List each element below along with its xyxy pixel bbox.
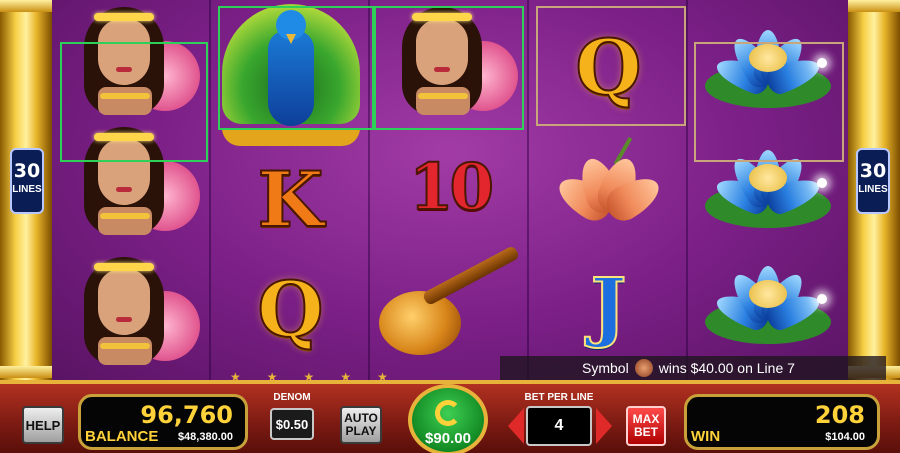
win-credits: 208 — [814, 401, 865, 429]
denom-label: DENOM — [273, 392, 311, 403]
symbol-lady — [52, 120, 211, 240]
symbol-k-glyph: K — [256, 155, 324, 244]
help-button[interactable]: HELP — [22, 406, 64, 444]
symbol-blue-lotus — [688, 240, 847, 360]
lines-indicator-right: 30 LINES — [856, 148, 890, 214]
game-frame: 30 LINES 30 LINES K Q 10 Q J Symbol wins… — [0, 0, 900, 453]
reel-1 — [52, 0, 211, 380]
balance-label: BALANCE — [85, 428, 159, 445]
decorative-stars: ★ ★ ★ ★ ★ — [230, 370, 480, 384]
pillar-cap — [844, 0, 900, 12]
symbol-lady — [52, 240, 211, 380]
spin-button[interactable]: $90.00 — [408, 384, 488, 453]
win-message-text: wins $40.00 on Line 7 — [658, 360, 795, 376]
pillar-base — [0, 366, 56, 378]
balance-meter: 96,760 BALANCE $48,380.00 — [78, 394, 248, 450]
symbol-q-glyph: Q — [256, 265, 324, 354]
bet-per-line-label: BET PER LINE — [524, 392, 594, 403]
symbol-j-glyph: J — [590, 261, 628, 350]
star-icon: ★ — [340, 370, 352, 384]
spin-arrow-icon — [435, 399, 461, 426]
bet-decrease-arrow-icon[interactable] — [508, 408, 524, 444]
symbol-j: J — [529, 246, 688, 366]
symbol-lady — [52, 0, 211, 120]
symbol-sitar — [370, 246, 529, 366]
reel-5 — [688, 0, 848, 380]
symbol-ten: 10 — [370, 128, 529, 248]
bet-per-line-value: 4 — [526, 406, 592, 446]
balance-credits: 96,760 — [140, 401, 233, 429]
symbol-lady — [370, 0, 529, 120]
star-icon: ★ — [377, 370, 388, 384]
spin-total-bet: $90.00 — [425, 429, 471, 447]
star-icon: ★ — [266, 370, 278, 384]
symbol-blue-lotus — [688, 124, 847, 244]
max-bet-button[interactable]: MAX BET — [626, 406, 666, 446]
win-message-bar: Symbol wins $40.00 on Line 7 — [500, 356, 886, 380]
auto-play-button[interactable]: AUTO PLAY — [340, 406, 382, 444]
lines-indicator-left: 30 LINES — [10, 148, 44, 214]
symbol-q: Q — [211, 250, 370, 370]
lady-symbol-icon — [634, 359, 653, 377]
pillar-cap — [0, 0, 56, 12]
star-icon: ★ — [303, 370, 315, 384]
control-panel: ★ ★ ★ ★ ★ HELP 96,760 BALANCE $48,380.00… — [0, 370, 900, 453]
win-meter: 208 WIN $104.00 — [684, 394, 880, 450]
win-label: WIN — [691, 428, 721, 445]
win-message-prefix: Symbol — [582, 360, 629, 376]
lines-number: 30 — [13, 160, 41, 182]
reel-4: Q J — [529, 0, 688, 380]
bet-increase-arrow-icon[interactable] — [596, 408, 612, 444]
symbol-lily — [529, 126, 688, 246]
lines-label: LINES — [858, 184, 888, 195]
symbol-q-glyph: Q — [574, 23, 642, 112]
symbol-ten-glyph: 10 — [408, 150, 495, 225]
reel-2: K Q — [211, 0, 370, 380]
win-amount: $104.00 — [825, 431, 865, 443]
lines-number: 30 — [859, 160, 887, 182]
symbol-k: K — [211, 140, 370, 260]
reel-area: K Q 10 Q J — [52, 0, 848, 380]
star-icon: ★ — [230, 370, 241, 384]
symbol-peacock — [211, 0, 370, 150]
symbol-blue-lotus — [688, 4, 847, 124]
denom-button[interactable]: $0.50 — [270, 408, 314, 440]
reel-3: 10 — [370, 0, 529, 380]
balance-amount: $48,380.00 — [177, 431, 233, 443]
lines-label: LINES — [12, 184, 42, 195]
symbol-q: Q — [529, 8, 688, 128]
